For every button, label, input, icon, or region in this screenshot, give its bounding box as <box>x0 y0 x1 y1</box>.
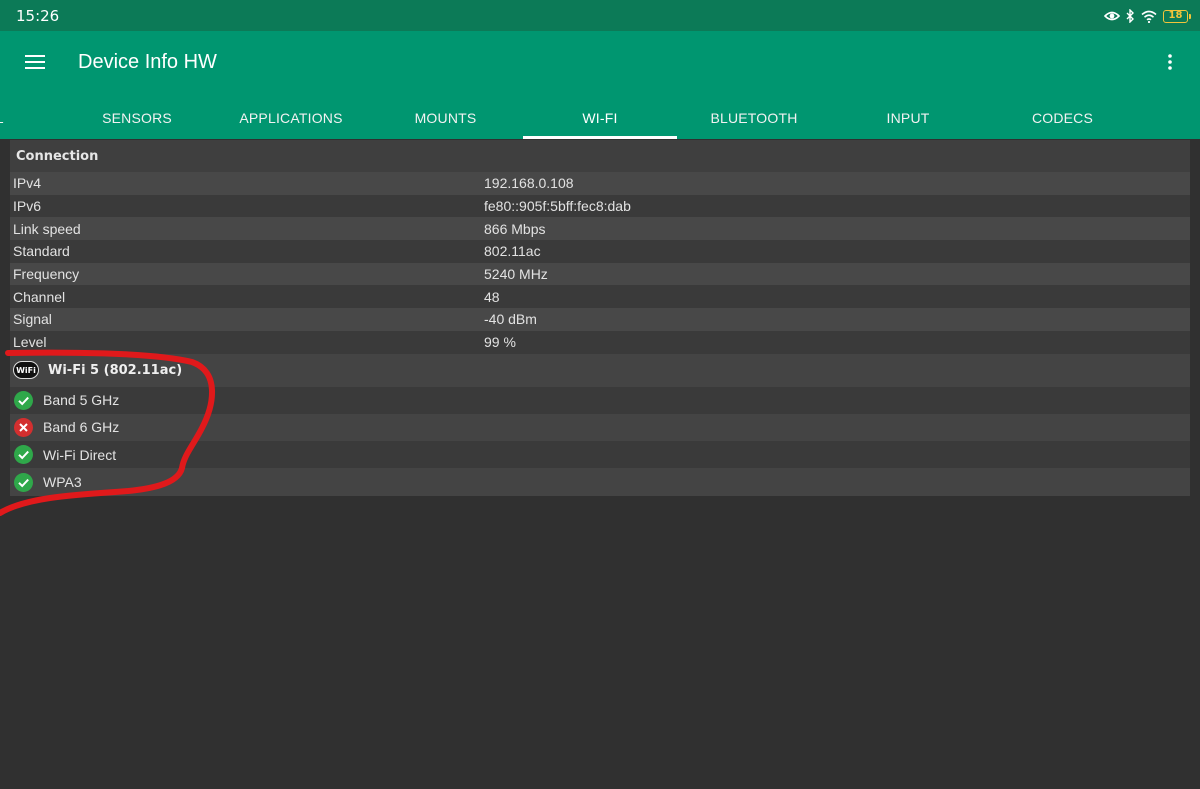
row-label: IPv4 <box>13 175 42 192</box>
wifi-signal-icon <box>1141 10 1157 23</box>
row-value: 192.168.0.108 <box>484 175 574 192</box>
tab-sensors[interactable]: SENSORS <box>60 96 214 139</box>
row-label: IPv6 <box>13 198 42 215</box>
row-value: 866 Mbps <box>484 220 546 237</box>
row-label: Standard <box>13 243 70 260</box>
feature-label: WPA3 <box>43 474 82 491</box>
info-row-channel: Channel 48 <box>10 285 1190 309</box>
info-row-ipv6: IPv6 fe80::905f:5bff:fec8:dab <box>10 194 1190 218</box>
check-circle-icon <box>14 390 33 410</box>
feature-row-band-6ghz: Band 6 GHz <box>10 413 1190 442</box>
row-label: Link speed <box>13 220 81 237</box>
tab-general[interactable]: AL <box>0 96 30 139</box>
eye-icon <box>1104 10 1120 22</box>
row-value: 48 <box>484 288 500 305</box>
tab-codecs[interactable]: CODECS <box>985 96 1140 139</box>
wifi-content: Connection IPv4 192.168.0.108 IPv6 fe80:… <box>10 140 1190 496</box>
info-row-standard: Standard 802.11ac <box>10 240 1190 263</box>
row-value: 802.11ac <box>484 243 541 260</box>
tab-input[interactable]: INPUT <box>831 96 985 139</box>
feature-label: Band 5 GHz <box>43 392 120 409</box>
bluetooth-icon <box>1126 9 1135 23</box>
row-label: Signal <box>13 311 52 328</box>
connection-header: Connection <box>10 140 1190 172</box>
tab-bar: AL SENSORS APPLICATIONS MOUNTS WI-FI BLU… <box>0 96 1200 139</box>
row-label: Channel <box>13 288 66 305</box>
battery-icon: 18 <box>1163 9 1191 23</box>
feature-label: Band 6 GHz <box>43 419 120 436</box>
info-row-level: Level 99 % <box>10 330 1190 354</box>
row-value: fe80::905f:5bff:fec8:dab <box>484 198 631 215</box>
status-icons: 18 <box>1104 7 1191 25</box>
row-value: 99 % <box>484 334 516 351</box>
cross-circle-icon <box>14 417 33 437</box>
tab-bluetooth[interactable]: BLUETOOTH <box>677 96 831 139</box>
more-vert-icon[interactable] <box>1158 48 1182 76</box>
tab-wifi[interactable]: WI-FI <box>523 96 677 139</box>
check-circle-icon <box>14 472 33 492</box>
tab-applications[interactable]: APPLICATIONS <box>214 96 368 139</box>
hamburger-menu-icon[interactable] <box>21 48 49 76</box>
row-value: 5240 MHz <box>484 266 548 283</box>
info-row-frequency: Frequency 5240 MHz <box>10 262 1190 286</box>
feature-label: Wi-Fi Direct <box>43 446 117 463</box>
status-time: 15:26 <box>16 7 60 25</box>
tab-mounts[interactable]: MOUNTS <box>368 96 523 139</box>
row-label: Level <box>13 334 47 351</box>
info-row-ipv4: IPv4 192.168.0.108 <box>10 172 1190 195</box>
feature-row-wifi-direct: Wi-Fi Direct <box>10 441 1190 469</box>
row-value: -40 dBm <box>484 311 537 328</box>
status-bar: 15:26 18 <box>0 0 1200 31</box>
feature-row-band-5ghz: Band 5 GHz <box>10 386 1190 414</box>
tab-indicator <box>523 136 677 139</box>
feature-row-wpa3: WPA3 <box>10 468 1190 496</box>
app-title: Device Info HW <box>78 51 217 73</box>
check-circle-icon <box>14 445 33 465</box>
wifi-standard-header: WiFi Wi-Fi 5 (802.11ac) <box>10 353 1190 387</box>
wifi-logo-icon: WiFi <box>13 361 39 379</box>
wifi-standard-title: Wi-Fi 5 (802.11ac) <box>48 362 183 378</box>
app-bar: Device Info HW AL SENSORS APPLICATIONS M… <box>0 31 1200 139</box>
info-row-link-speed: Link speed 866 Mbps <box>10 217 1190 241</box>
info-row-signal: Signal -40 dBm <box>10 308 1190 331</box>
row-label: Frequency <box>13 266 80 283</box>
